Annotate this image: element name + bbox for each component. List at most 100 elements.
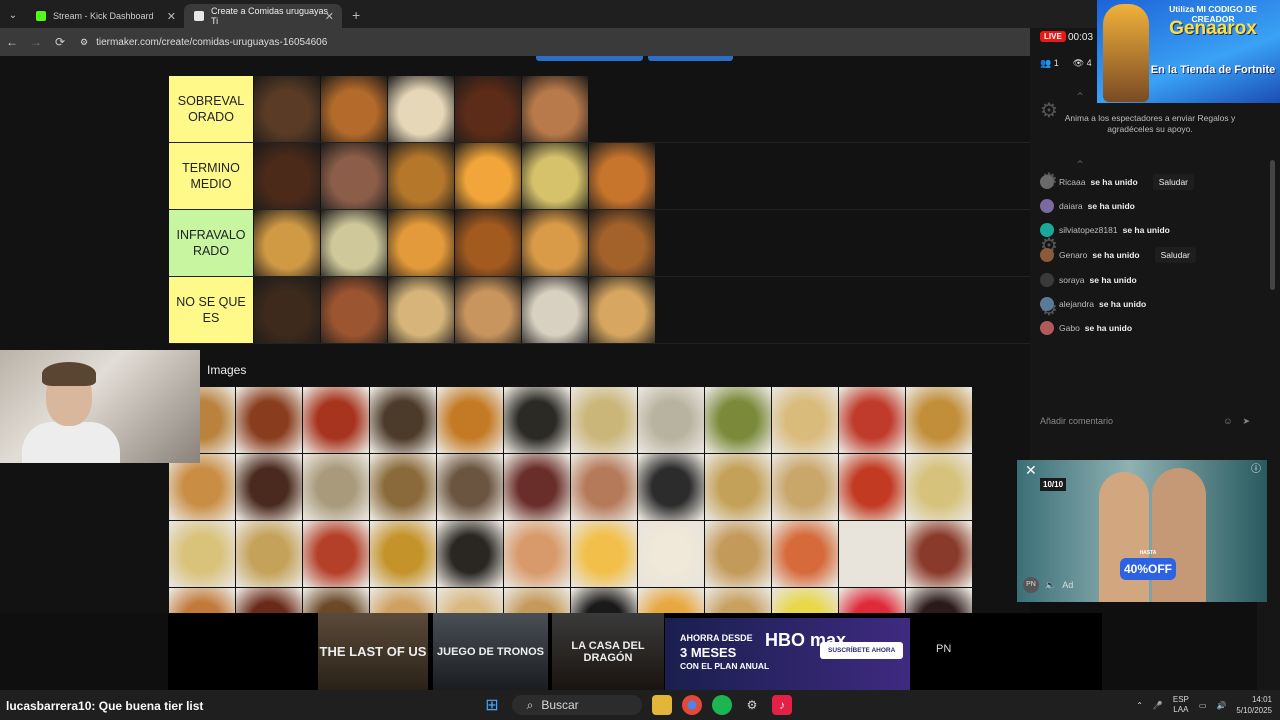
video-ad[interactable]: ✕ ⓘ 10/10 HASTA 40%OFF PN 🔈 Ad — [1017, 460, 1267, 602]
pool-food-image[interactable] — [638, 454, 704, 520]
chat-username[interactable]: Gabo — [1059, 323, 1080, 333]
chevron-up-icon[interactable]: ⌃ — [1136, 701, 1143, 710]
pool-food-image[interactable] — [705, 521, 771, 587]
tier-food-image[interactable] — [522, 143, 588, 209]
pool-food-image[interactable] — [236, 521, 302, 587]
chat-username[interactable]: daiara — [1059, 201, 1083, 211]
close-tab-icon[interactable]: ✕ — [325, 10, 334, 23]
file-explorer-icon[interactable] — [652, 695, 672, 715]
tiktok-icon[interactable]: ♪ — [772, 695, 792, 715]
avatar[interactable] — [1040, 223, 1054, 237]
saludar-button[interactable]: Saludar — [1154, 247, 1196, 263]
chevron-up-icon[interactable]: ⌃ — [1075, 90, 1085, 104]
pool-food-image[interactable] — [906, 454, 972, 520]
chat-username[interactable]: alejandra — [1059, 299, 1094, 309]
pool-food-image[interactable] — [705, 454, 771, 520]
tier-food-image[interactable] — [321, 76, 387, 142]
windows-start-icon[interactable]: ⊞ — [482, 695, 502, 715]
forward-arrow-icon[interactable]: → — [24, 35, 48, 49]
pool-food-image[interactable] — [571, 521, 637, 587]
pool-food-image[interactable] — [638, 588, 704, 613]
tab-menu-chevron-icon[interactable]: ⌄ — [0, 2, 26, 28]
tier-food-image[interactable] — [455, 210, 521, 276]
pool-food-image[interactable] — [437, 521, 503, 587]
network-icon[interactable]: ▭ — [1199, 701, 1207, 710]
pool-food-image[interactable] — [906, 387, 972, 453]
chat-input[interactable]: Añadir comentario ☺ ➤ — [1040, 416, 1250, 432]
language-indicator[interactable]: ESP LAA — [1173, 695, 1189, 715]
reload-icon[interactable]: ⟳ — [48, 35, 72, 49]
pool-food-image[interactable] — [638, 387, 704, 453]
pool-food-image[interactable] — [839, 454, 905, 520]
pool-food-image[interactable] — [236, 387, 302, 453]
tier-food-image[interactable] — [388, 143, 454, 209]
close-icon[interactable]: ✕ — [1025, 462, 1037, 479]
pool-food-image[interactable] — [571, 454, 637, 520]
pool-food-image[interactable] — [437, 387, 503, 453]
pool-food-image[interactable] — [303, 521, 369, 587]
tier-label[interactable]: SOBREVAL ORADO — [169, 76, 253, 142]
tier-food-image[interactable] — [522, 76, 588, 142]
chat-username[interactable]: soraya — [1059, 275, 1085, 285]
button-partial[interactable] — [648, 56, 733, 61]
clock[interactable]: 14:01 5/10/2025 — [1236, 694, 1272, 716]
pool-food-image[interactable] — [437, 454, 503, 520]
pool-food-image[interactable] — [236, 588, 302, 613]
tier-label[interactable]: NO SE QUE ES — [169, 277, 253, 343]
tier-food-image[interactable] — [455, 143, 521, 209]
tier-label[interactable]: TERMINO MEDIO — [169, 143, 253, 209]
pool-food-image[interactable] — [169, 588, 235, 613]
chat-username[interactable]: silviatopez8181 — [1059, 225, 1118, 235]
tab-tiermaker[interactable]: Create a Comidas uruguayas Ti ✕ — [184, 4, 342, 28]
pool-food-image[interactable] — [504, 387, 570, 453]
tier-food-image[interactable] — [388, 277, 454, 343]
tier-food-image[interactable] — [388, 76, 454, 142]
chat-username[interactable]: Ricaaa — [1059, 177, 1085, 187]
scrollbar[interactable] — [1270, 160, 1275, 290]
pool-food-image[interactable] — [705, 387, 771, 453]
send-icon[interactable]: ➤ — [1242, 416, 1250, 432]
tier-food-image[interactable] — [522, 277, 588, 343]
site-info-icon[interactable]: ⚙ — [80, 37, 88, 48]
pool-food-image[interactable] — [906, 588, 972, 613]
tier-food-image[interactable] — [321, 277, 387, 343]
tier-food-image[interactable] — [254, 143, 320, 209]
avatar[interactable] — [1040, 248, 1054, 262]
avatar[interactable] — [1040, 321, 1054, 335]
tier-food-image[interactable] — [388, 210, 454, 276]
pool-food-image[interactable] — [236, 454, 302, 520]
avatar[interactable] — [1040, 175, 1054, 189]
tier-food-image[interactable] — [589, 210, 655, 276]
url-field[interactable]: ⚙ tiermaker.com/create/comidas-uruguayas… — [80, 37, 327, 48]
pool-food-image[interactable] — [638, 521, 704, 587]
subscribe-button[interactable]: SUSCRÍBETE AHORA — [820, 642, 904, 659]
tier-food-image[interactable] — [254, 210, 320, 276]
tier-food-image[interactable] — [455, 76, 521, 142]
taskbar-search[interactable]: ⌕ Buscar — [512, 695, 642, 715]
pool-food-image[interactable] — [571, 387, 637, 453]
spotify-icon[interactable] — [712, 695, 732, 715]
pool-food-image[interactable] — [705, 588, 771, 613]
tier-food-image[interactable] — [522, 210, 588, 276]
hbo-banner-ad[interactable]: THE LAST OF US JUEGO DE TRONOS LA CASA D… — [168, 613, 1102, 690]
saludar-button[interactable]: Saludar — [1152, 174, 1195, 190]
pool-food-image[interactable] — [303, 387, 369, 453]
chat-username[interactable]: Genaro — [1059, 250, 1087, 260]
pool-food-image[interactable] — [504, 588, 570, 613]
tier-food-image[interactable] — [321, 143, 387, 209]
tab-kick-dashboard[interactable]: Stream - Kick Dashboard ✕ — [26, 4, 184, 28]
new-tab-plus-icon[interactable]: + — [352, 7, 360, 23]
avatar[interactable] — [1040, 273, 1054, 287]
pool-food-image[interactable] — [169, 521, 235, 587]
pool-food-image[interactable] — [504, 454, 570, 520]
tier-food-image[interactable] — [254, 277, 320, 343]
pool-food-image[interactable] — [772, 454, 838, 520]
pool-food-image[interactable] — [370, 454, 436, 520]
pool-food-image[interactable] — [772, 387, 838, 453]
pool-food-image[interactable] — [571, 588, 637, 613]
back-arrow-icon[interactable]: ← — [0, 35, 24, 49]
volume-icon[interactable]: 🔈 — [1045, 580, 1056, 591]
pool-food-image[interactable] — [437, 588, 503, 613]
button-partial[interactable] — [536, 56, 643, 61]
chrome-icon[interactable] — [682, 695, 702, 715]
